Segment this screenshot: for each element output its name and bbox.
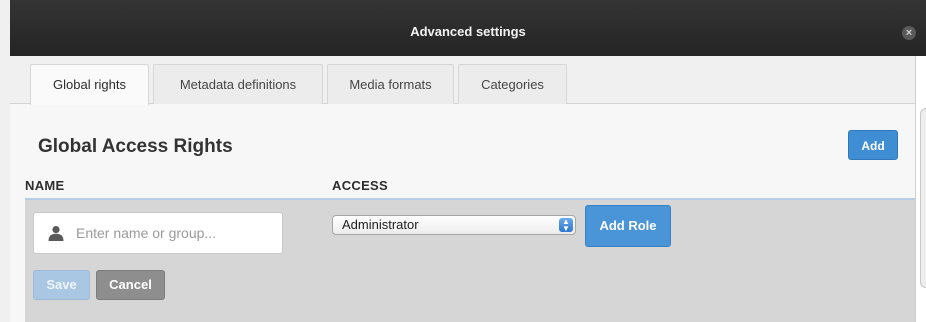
name-field-container[interactable] — [33, 212, 283, 254]
close-icon[interactable]: × — [902, 26, 916, 40]
add-role-button[interactable]: Add Role — [585, 205, 671, 247]
global-rights-panel: Global Access Rights Add NAME ACCESS Adm… — [10, 104, 915, 322]
tab-bar: Global rights Metadata definitions Media… — [10, 56, 915, 105]
add-button[interactable]: Add — [848, 130, 898, 160]
dialog-title: Advanced settings — [410, 24, 526, 39]
tab-media-formats[interactable]: Media formats — [327, 64, 454, 104]
name-or-group-input[interactable] — [74, 224, 278, 242]
add-role-form: Administrator ▲▼ Add Role Save Cancel — [25, 198, 915, 322]
advanced-settings-dialog: Advanced settings × Global rights Metada… — [0, 0, 926, 322]
section-heading: Global Access Rights — [38, 136, 233, 157]
tab-global-rights[interactable]: Global rights — [30, 64, 149, 105]
cancel-button[interactable]: Cancel — [96, 270, 165, 300]
tab-metadata-definitions[interactable]: Metadata definitions — [153, 64, 323, 104]
select-stepper-icon: ▲ ▼ — [559, 218, 573, 233]
name-column-header: NAME — [25, 178, 65, 193]
access-select[interactable]: Administrator ▲ ▼ — [332, 215, 576, 235]
save-button[interactable]: Save — [33, 270, 90, 300]
scrollbar-thumb[interactable] — [920, 108, 926, 288]
user-icon — [48, 226, 64, 241]
dialog-titlebar: Advanced settings × — [10, 0, 926, 56]
access-column-header: ACCESS — [332, 178, 388, 193]
tab-categories[interactable]: Categories — [458, 64, 567, 104]
access-select-value: Administrator — [342, 217, 419, 232]
